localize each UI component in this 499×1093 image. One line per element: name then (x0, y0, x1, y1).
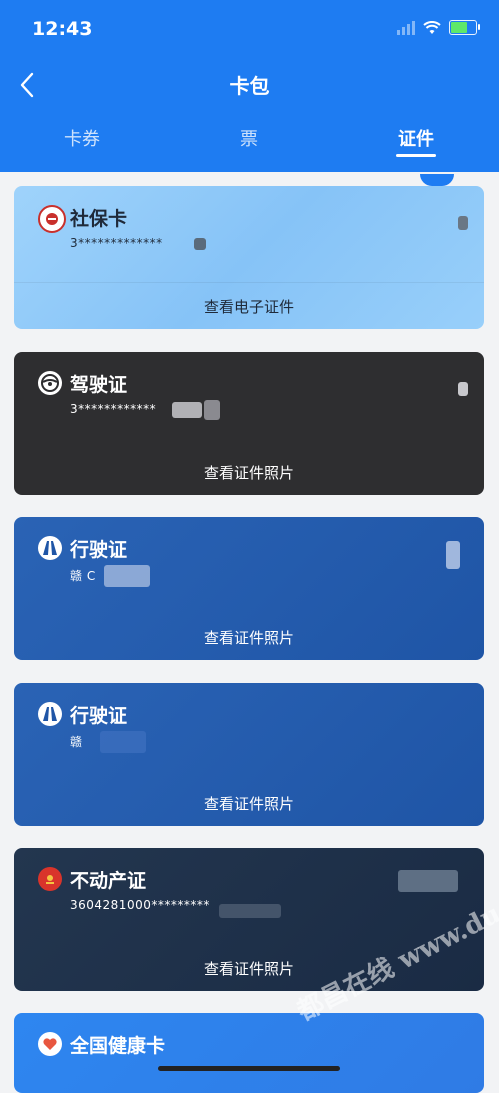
card-number: 3604281000********* (70, 898, 210, 912)
card-vehicle-license-1[interactable]: 行驶证 赣 C 查看证件照片 (14, 517, 484, 660)
card-vehicle-license-2[interactable]: 行驶证 赣 查看证件照片 (14, 683, 484, 826)
redaction-mark (104, 565, 150, 587)
wifi-icon (423, 20, 441, 34)
redaction-mark (219, 904, 281, 918)
card-driver-license[interactable]: 驾驶证 3************ 查看证件照片 (14, 352, 484, 495)
redaction-mark (100, 731, 146, 753)
heart-icon (38, 1032, 62, 1056)
status-time: 12:43 (32, 18, 93, 40)
home-indicator[interactable] (158, 1066, 340, 1071)
tab-documents[interactable]: 证件 (398, 125, 434, 151)
view-photo-button[interactable]: 查看证件照片 (14, 793, 484, 814)
card-health[interactable]: 全国健康卡 (14, 1013, 484, 1093)
tab-tickets[interactable]: 票 (240, 125, 258, 151)
national-emblem-icon (38, 867, 62, 891)
redaction-mark (458, 216, 468, 230)
active-tab-indicator (396, 154, 436, 157)
redaction-mark (398, 870, 458, 892)
road-icon (38, 702, 62, 726)
tab-coupons[interactable]: 卡券 (64, 125, 100, 151)
card-number: 3************ (70, 402, 157, 416)
tab-peek-decoration (420, 174, 454, 186)
redaction-mark (446, 541, 460, 569)
redaction-mark (172, 402, 202, 418)
card-name: 行驶证 (70, 539, 128, 561)
card-name: 社保卡 (70, 208, 128, 230)
battery-icon (449, 20, 480, 35)
card-name: 全国健康卡 (70, 1035, 166, 1057)
view-photo-button[interactable]: 查看证件照片 (14, 462, 484, 483)
card-number: 赣 (70, 735, 83, 749)
view-document-button[interactable]: 查看电子证件 (14, 296, 484, 317)
social-security-icon (38, 205, 66, 233)
card-number: 赣 C (70, 569, 96, 583)
status-icons (397, 20, 480, 35)
tab-bar: 卡券 票 证件 (0, 125, 499, 155)
card-name: 不动产证 (70, 870, 147, 892)
redaction-mark (194, 238, 206, 250)
card-name: 行驶证 (70, 705, 128, 727)
signal-icon (397, 20, 415, 35)
card-social-security[interactable]: 社保卡 3************* 查看电子证件 (14, 186, 484, 329)
card-number: 3************* (70, 236, 163, 250)
page-title: 卡包 (229, 74, 270, 98)
card-name: 驾驶证 (70, 374, 128, 396)
top-header: 12:43 卡包 卡券 票 证件 (0, 0, 499, 172)
redaction-mark (204, 400, 220, 420)
redaction-mark (458, 382, 468, 396)
view-photo-button[interactable]: 查看证件照片 (14, 627, 484, 648)
road-icon (38, 536, 62, 560)
steering-wheel-icon (38, 371, 62, 395)
card-divider (14, 282, 484, 283)
